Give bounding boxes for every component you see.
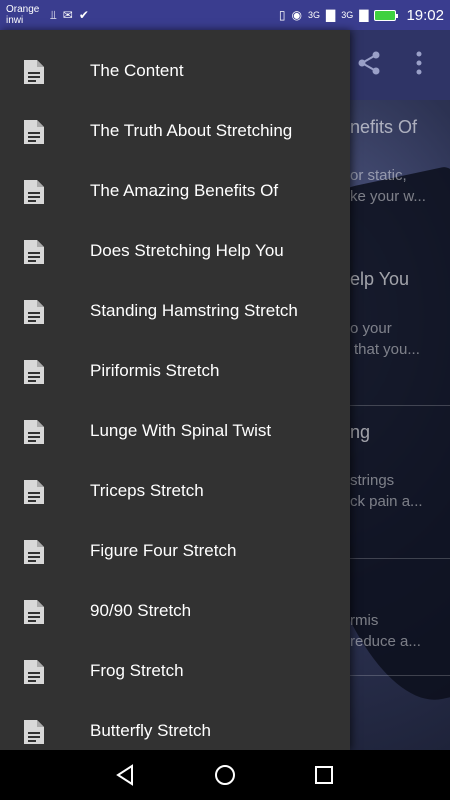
drawer-item-label: Lunge With Spinal Twist	[90, 421, 272, 440]
document-icon	[24, 600, 44, 624]
vibrate-icon: ▯	[278, 8, 286, 22]
bg-snippet: rmis	[350, 612, 379, 629]
drawer-item[interactable]: Figure Four Stretch	[0, 521, 350, 581]
drawer-item[interactable]: 90/90 Stretch	[0, 581, 350, 641]
document-icon	[24, 720, 44, 744]
bg-snippet: strings	[350, 472, 395, 489]
clock: 19:02	[406, 6, 444, 24]
document-icon	[24, 120, 44, 144]
share-icon[interactable]	[356, 50, 382, 76]
drawer-item[interactable]: The Truth About Stretching	[0, 101, 350, 161]
document-icon	[24, 540, 44, 564]
recents-icon[interactable]	[313, 764, 335, 786]
bg-snippet: ke your w...	[350, 188, 426, 205]
bg-snippet: that you...	[354, 341, 420, 358]
drawer-item-label: Piriformis Stretch	[90, 361, 220, 380]
drawer-item[interactable]: Frog Stretch	[0, 641, 350, 701]
carrier-line1: Orange	[6, 4, 40, 15]
bg-snippet: reduce a...	[350, 633, 421, 650]
drawer-item-label: The Content	[90, 61, 184, 80]
status-bar: Orange inwi ⫫ ✉ ✔ ▯ ◉ 3G ▇ 3G ▇ 19:02	[0, 0, 450, 30]
drawer-item-label: The Truth About Stretching	[90, 121, 293, 140]
mail-icon: ✉	[62, 7, 73, 22]
drawer-item-label: Does Stretching Help You	[90, 241, 284, 260]
bg-heading: nefits Of	[350, 117, 418, 137]
bg-heading: elp You	[350, 269, 410, 289]
drawer-item[interactable]: Does Stretching Help You	[0, 221, 350, 281]
system-nav-bar	[0, 750, 450, 800]
drawer-item[interactable]: The Content	[0, 41, 350, 101]
divider	[350, 675, 450, 676]
drawer-item-label: Triceps Stretch	[90, 481, 204, 500]
drawer-item-label: The Amazing Benefits Of	[90, 181, 279, 200]
document-icon	[24, 60, 44, 84]
bg-snippet: or static,	[350, 167, 407, 184]
document-icon	[24, 420, 44, 444]
more-vert-icon[interactable]	[414, 50, 424, 76]
drawer-item-label: Frog Stretch	[90, 661, 184, 680]
eye-icon: ◉	[291, 8, 302, 22]
bg-heading: ng	[350, 422, 371, 442]
drawer-item[interactable]: Butterfly Stretch	[0, 701, 350, 750]
divider	[350, 558, 450, 559]
carrier-label: Orange inwi	[6, 4, 46, 26]
document-icon	[24, 660, 44, 684]
drawer-item[interactable]: Triceps Stretch	[0, 461, 350, 521]
document-icon	[24, 480, 44, 504]
bg-snippet: o your	[350, 320, 392, 337]
signal-icon: ▇	[359, 8, 369, 22]
check-icon: ✔	[78, 7, 89, 22]
drawer-item[interactable]: The Amazing Benefits Of	[0, 161, 350, 221]
document-icon	[24, 360, 44, 384]
back-icon[interactable]	[114, 764, 136, 786]
battery-icon	[374, 9, 399, 21]
divider	[350, 405, 450, 406]
usb-icon: ⫫	[50, 7, 57, 22]
home-icon[interactable]	[214, 764, 236, 786]
document-icon	[24, 180, 44, 204]
signal-icon: ▇	[325, 8, 336, 22]
signal-2-label: 3G	[341, 10, 354, 20]
drawer-item[interactable]: Standing Hamstring Stretch	[0, 281, 350, 341]
navigation-drawer: The Content The Truth About Stretching The…	[0, 30, 350, 750]
document-icon	[24, 300, 44, 324]
drawer-item-label: 90/90 Stretch	[90, 601, 192, 620]
signal-1-label: 3G	[307, 10, 320, 20]
document-icon	[24, 240, 44, 264]
drawer-item-label: Figure Four Stretch	[90, 541, 237, 560]
drawer-item-label: Butterfly Stretch	[90, 721, 211, 740]
drawer-item-label: Standing Hamstring Stretch	[90, 301, 298, 320]
drawer-item[interactable]: Piriformis Stretch	[0, 341, 350, 401]
carrier-line2: inwi	[6, 15, 24, 26]
bg-snippet: ck pain a...	[350, 493, 423, 510]
drawer-item[interactable]: Lunge With Spinal Twist	[0, 401, 350, 461]
